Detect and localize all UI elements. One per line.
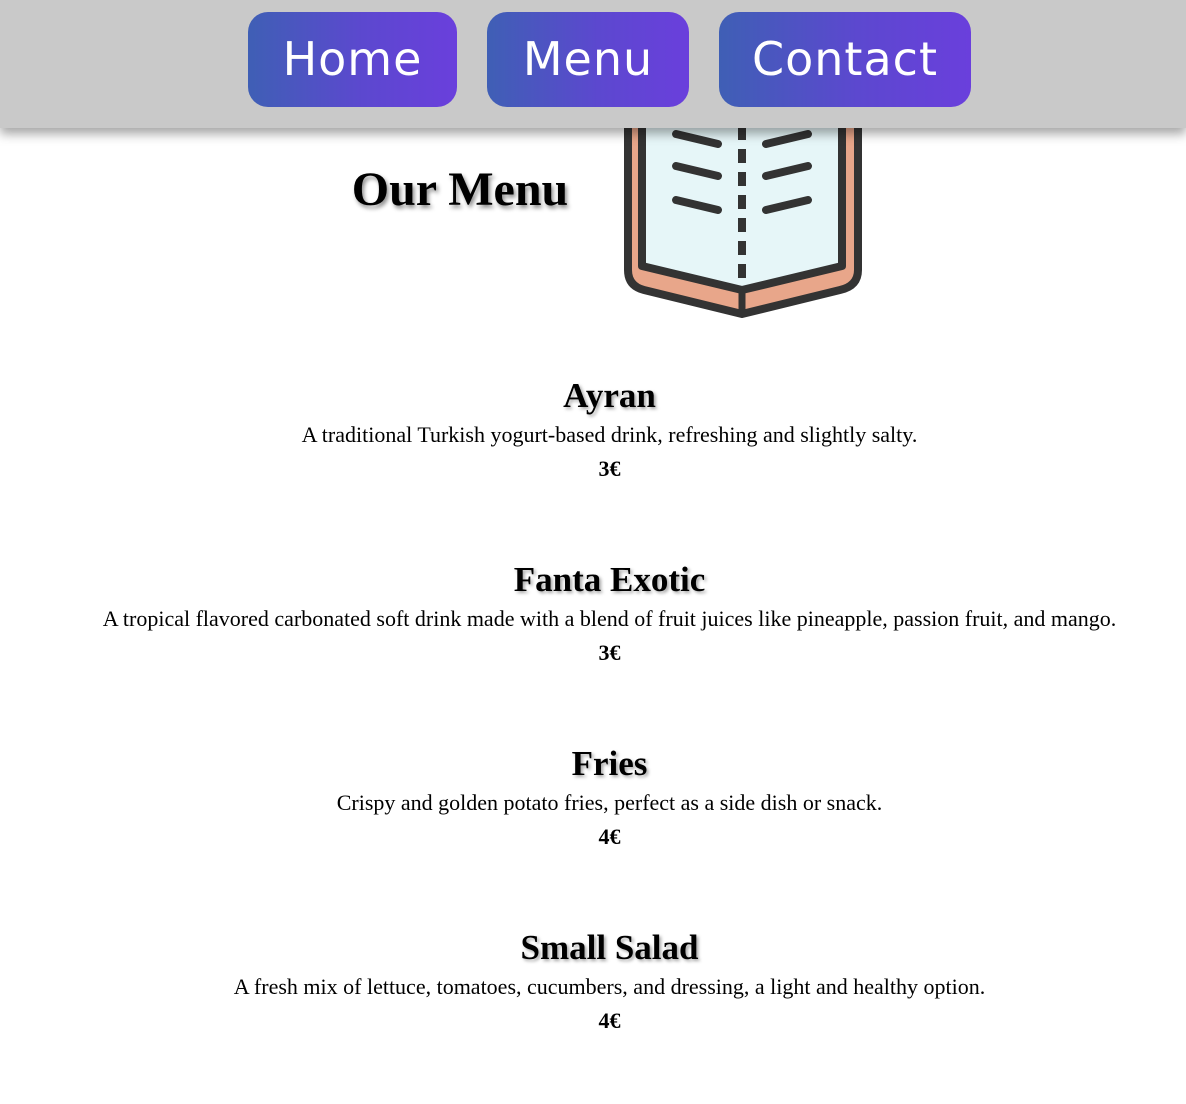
menu-item-description: A tropical flavored carbonated soft drin…: [102, 606, 1117, 631]
page-title: Our Menu: [351, 163, 569, 216]
menu-item-price: 4€: [598, 1008, 621, 1033]
menu-item-name: Small Salad: [520, 928, 699, 967]
menu-item-name: Fries: [571, 744, 648, 783]
nav-menu-button[interactable]: Menu: [487, 12, 689, 107]
menu-item: Ayran A traditional Turkish yogurt-based…: [0, 376, 1186, 486]
nav-contact-button[interactable]: Contact: [719, 12, 971, 107]
menu-item-description: Crispy and golden potato fries, perfect …: [336, 790, 883, 815]
top-navbar: Home Menu Contact: [0, 0, 1186, 128]
menu-item: Small Salad A fresh mix of lettuce, toma…: [0, 928, 1186, 1038]
menu-item-description: A traditional Turkish yogurt-based drink…: [301, 422, 918, 447]
menu-item-name: Ayran: [563, 376, 656, 415]
menu-item-price: 3€: [598, 640, 621, 665]
menu-item: Fries Crispy and golden potato fries, pe…: [0, 744, 1186, 854]
menu-item-price: 3€: [598, 456, 621, 481]
menu-item-price: 4€: [598, 824, 621, 849]
menu-item: Fanta Exotic A tropical flavored carbona…: [0, 560, 1186, 670]
page: Home Menu Contact Our Menu Ayran A tradi…: [0, 0, 1186, 1104]
menu-item-name: Fanta Exotic: [513, 560, 706, 599]
nav-home-button[interactable]: Home: [248, 12, 457, 107]
menu-item-description: A fresh mix of lettuce, tomatoes, cucumb…: [233, 974, 986, 999]
